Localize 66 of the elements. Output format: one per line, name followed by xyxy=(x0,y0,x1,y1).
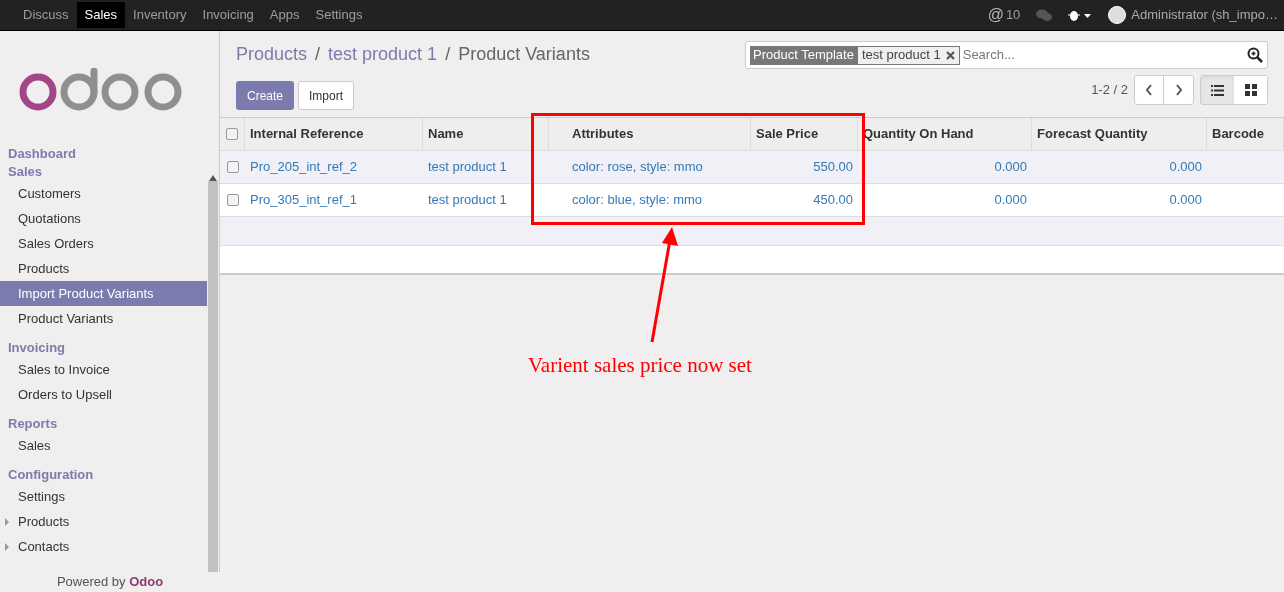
table-cell-text: 0.000 xyxy=(994,158,1027,177)
grid-icon xyxy=(1244,84,1257,96)
filter-facet-label: Product Template xyxy=(750,45,857,65)
bug-icon[interactable] xyxy=(1068,9,1093,21)
top-menu-item[interactable]: Inventory xyxy=(125,2,195,28)
column-header[interactable]: Quantity On Hand xyxy=(858,118,1032,150)
sidebar-item[interactable]: Contacts xyxy=(0,534,207,559)
table-cell-text: 450.00 xyxy=(813,191,853,210)
import-button[interactable]: Import xyxy=(298,81,355,110)
table-cell-text: 0.000 xyxy=(994,191,1027,210)
annotation-text: Varient sales price now set xyxy=(528,352,752,379)
sidebar-item[interactable]: Product Variants xyxy=(0,306,207,331)
chevron-right-icon xyxy=(1174,84,1183,96)
table-cell-text: 0.000 xyxy=(1169,191,1202,210)
sidebar-item[interactable]: Customers xyxy=(0,181,207,206)
list-icon xyxy=(1211,84,1224,96)
sidebar-item[interactable]: Sales Orders xyxy=(0,231,207,256)
close-icon[interactable] xyxy=(945,50,955,60)
column-header[interactable]: Barcode xyxy=(1207,118,1284,150)
top-menu-item[interactable]: Invoicing xyxy=(194,2,262,28)
mention-count: 10 xyxy=(1005,6,1021,25)
search-icon[interactable] xyxy=(1247,47,1263,63)
pager-value[interactable]: 1-2 / 2 xyxy=(1091,80,1128,100)
top-menu-item[interactable]: Settings xyxy=(307,2,371,28)
table-cell-text: test product 1 xyxy=(428,158,507,177)
column-header[interactable]: Attributes xyxy=(549,118,751,150)
top-menu-item[interactable]: Sales xyxy=(76,2,126,28)
breadcrumb-separator: / xyxy=(445,42,451,66)
sidebar-item[interactable]: Products xyxy=(0,256,207,281)
create-button[interactable]: Create xyxy=(236,81,295,110)
breadcrumb-link[interactable]: Products xyxy=(236,40,308,68)
checkbox[interactable] xyxy=(226,161,239,173)
table-cell-text: 0.000 xyxy=(1169,158,1202,177)
sidebar-item[interactable]: Import Product Variants xyxy=(0,281,207,306)
sidebar-item[interactable]: Products xyxy=(0,509,207,534)
column-header[interactable]: Sale Price xyxy=(751,118,858,150)
kanban-view-button[interactable] xyxy=(1234,76,1267,104)
chevron-left-icon xyxy=(1145,84,1153,96)
breadcrumb-current: Product Variants xyxy=(458,42,590,66)
at-sign-icon[interactable]: @ xyxy=(987,7,1004,23)
sidebar-item[interactable]: Sales to Invoice xyxy=(0,357,207,382)
column-header[interactable]: Name xyxy=(423,118,549,150)
sidebar-item[interactable]: Orders to Upsell xyxy=(0,382,207,407)
column-header[interactable]: Internal Reference xyxy=(245,118,423,150)
sidebar-item[interactable]: Sales xyxy=(0,433,207,458)
table-cell-text: test product 1 xyxy=(428,191,507,210)
table-cell-text: 550.00 xyxy=(813,158,853,177)
sidebar-item[interactable]: Settings xyxy=(0,484,207,509)
search-input[interactable]: Search... xyxy=(962,45,1247,65)
breadcrumb-link[interactable]: test product 1 xyxy=(328,40,438,68)
user-name[interactable]: Administrator (sh_impo… xyxy=(1131,5,1278,25)
search-field[interactable]: Product Template test product 1 Search... xyxy=(745,41,1268,69)
column-header[interactable]: Forecast Quantity xyxy=(1032,118,1207,150)
top-menu-item[interactable]: Apps xyxy=(261,2,308,28)
checkbox[interactable] xyxy=(226,128,238,140)
checkbox[interactable] xyxy=(226,194,239,206)
table-cell-text: Pro_205_int_ref_2 xyxy=(250,158,357,177)
avatar[interactable] xyxy=(1108,6,1127,24)
table-cell-text: color: blue, style: mmo xyxy=(572,191,703,210)
table-cell-text: color: rose, style: mmo xyxy=(572,158,703,177)
top-menu-item[interactable]: Discuss xyxy=(15,2,77,28)
list-view-button[interactable] xyxy=(1201,76,1234,104)
breadcrumb-separator: / xyxy=(315,42,321,66)
sidebar-item[interactable]: Quotations xyxy=(0,206,207,231)
table-cell-text: Pro_305_int_ref_1 xyxy=(250,191,357,210)
filter-facet-value: test product 1 xyxy=(861,46,941,65)
